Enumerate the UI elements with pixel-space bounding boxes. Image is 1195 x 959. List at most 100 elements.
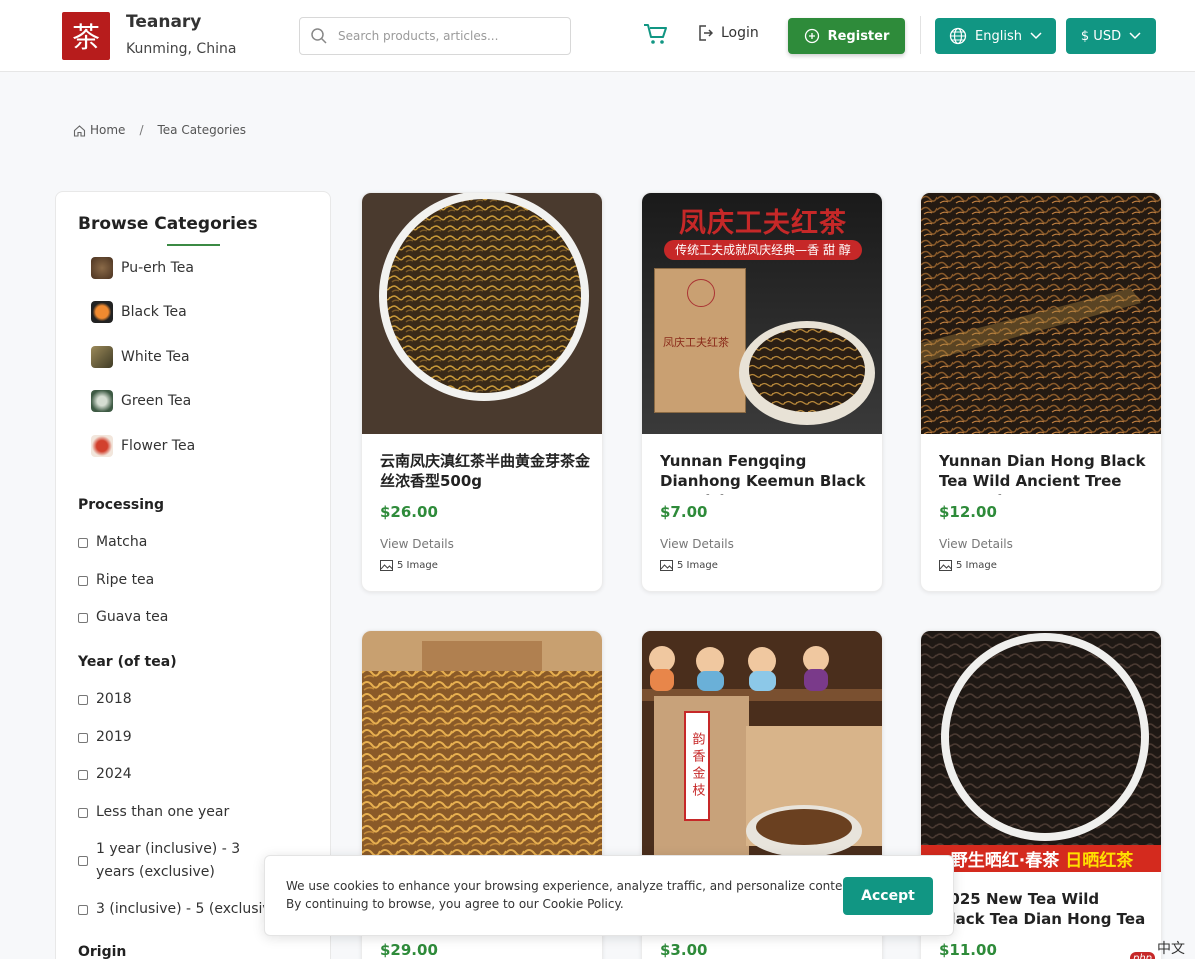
category-green-tea[interactable]: Green Tea [91, 390, 191, 412]
product-card[interactable]: 野生晒红·春茶 日晒红茶 2025 New Tea Wild Black Tea… [920, 630, 1162, 959]
banner-title: 凤庆工夫红茶 [679, 208, 847, 239]
category-label: Pu-erh Tea [121, 260, 194, 276]
language-label: English [975, 28, 1022, 44]
product-title[interactable]: 2025 New Tea Wild Black Tea Dian Hong Te… [939, 889, 1149, 933]
product-image[interactable]: 野生晒红·春茶 日晒红茶 [921, 631, 1161, 872]
black-tea-thumbnail [91, 301, 113, 323]
flower-tea-thumbnail [91, 435, 113, 457]
checkbox[interactable] [78, 733, 88, 743]
product-card[interactable]: 凤庆工夫红茶 传统工夫成就凤庆经典—香 甜 醇 凤庆工夫红茶 Yunnan Fe… [641, 192, 883, 592]
filter-3-5-years[interactable]: 3 (inclusive) - 5 (exclusive) [78, 898, 285, 921]
view-details-link[interactable]: View Details [380, 537, 454, 551]
category-label: Flower Tea [121, 438, 196, 454]
category-label: Green Tea [121, 393, 192, 409]
image-count-label: 5 Image [397, 560, 438, 571]
checkbox[interactable] [78, 905, 88, 915]
tea-box: 凤庆工夫红茶 [654, 268, 746, 413]
search-placeholder: Search products, articles... [338, 29, 499, 43]
image-count: 5 Image [939, 560, 997, 571]
image-count-label: 5 Image [956, 560, 997, 571]
filter-matcha[interactable]: Matcha [78, 531, 147, 554]
filter-1-3-years[interactable]: 1 year (inclusive) - 3 years (exclusive) [78, 838, 278, 884]
cart-icon [644, 24, 667, 44]
cookie-text-line1: We use cookies to enhance your browsing … [286, 879, 859, 893]
login-label: Login [721, 25, 759, 41]
checkbox[interactable] [78, 695, 88, 705]
filter-label: 2018 [96, 691, 132, 707]
cart-button[interactable] [642, 22, 668, 50]
site-header: 茶 Teanary Kunming, China Search products… [0, 0, 1195, 72]
filter-label: 1 year (inclusive) - 3 years (exclusive) [96, 841, 241, 880]
filter-less-than-one-year[interactable]: Less than one year [78, 801, 229, 824]
category-label: White Tea [121, 349, 190, 365]
filter-label: 2024 [96, 766, 132, 782]
filter-2019[interactable]: 2019 [78, 726, 132, 749]
product-title[interactable]: 云南凤庆滇红茶半曲黄金芽茶金丝浓香型500g [380, 451, 590, 495]
product-image[interactable]: 凤庆工夫红茶 传统工夫成就凤庆经典—香 甜 醇 凤庆工夫红茶 [642, 193, 882, 434]
search-input[interactable]: Search products, articles... [299, 17, 571, 55]
product-title[interactable]: Yunnan Dian Hong Black Tea Wild Ancient … [939, 451, 1149, 495]
view-details-link[interactable]: View Details [660, 537, 734, 551]
box-text: 凤庆工夫红茶 [663, 336, 729, 349]
filter-guava-tea[interactable]: Guava tea [78, 606, 168, 629]
product-image[interactable] [362, 631, 602, 872]
product-title[interactable]: Yunnan Fengqing Dianhong Keemun Black Te… [660, 451, 870, 495]
green-tea-thumbnail [91, 390, 113, 412]
product-card[interactable]: 云南凤庆滇红茶半曲黄金芽茶金丝浓香型500g $26.00 View Detai… [361, 192, 603, 592]
breadcrumb-current: Tea Categories [157, 123, 247, 137]
currency-label: $ USD [1080, 28, 1122, 44]
cookie-banner: We use cookies to enhance your browsing … [264, 855, 954, 936]
category-white-tea[interactable]: White Tea [91, 346, 190, 368]
login-icon [699, 25, 713, 41]
product-price: $3.00 [660, 941, 708, 959]
image-count: 5 Image [660, 560, 718, 571]
checkbox[interactable] [78, 538, 88, 548]
box-label: 韵香金枝 [684, 711, 710, 821]
banner-right: 日晒红茶 [1065, 851, 1134, 871]
image-icon [939, 560, 952, 571]
header-divider [920, 16, 921, 54]
product-image[interactable]: 韵香金枝 [642, 631, 882, 872]
category-pu-erh[interactable]: Pu-erh Tea [91, 257, 194, 279]
chevron-down-icon [1129, 32, 1141, 40]
filter-2024[interactable]: 2024 [78, 763, 132, 786]
watermark: php 中文网 [1130, 938, 1195, 959]
banner-subtitle: 传统工夫成就凤庆经典—香 甜 醇 [664, 240, 862, 260]
filter-ripe-tea[interactable]: Ripe tea [78, 569, 154, 592]
watermark-badge: php [1130, 951, 1156, 959]
checkbox[interactable] [78, 856, 88, 866]
login-link[interactable]: Login [697, 24, 759, 42]
chevron-down-icon [1030, 32, 1042, 40]
filter-label: Less than one year [96, 804, 230, 820]
banner-left: 野生晒红·春茶 [950, 851, 1060, 871]
brand-name[interactable]: Teanary [126, 12, 201, 32]
logo[interactable]: 茶 [62, 12, 110, 60]
dark-tea-image [921, 631, 1161, 872]
category-black-tea[interactable]: Black Tea [91, 301, 187, 323]
filter-2018[interactable]: 2018 [78, 688, 132, 711]
filter-label: Guava tea [96, 609, 169, 625]
checkbox[interactable] [78, 576, 88, 586]
box-seal-icon [687, 279, 715, 307]
category-label: Black Tea [121, 304, 187, 320]
language-selector[interactable]: English [935, 18, 1056, 54]
product-banner: 野生晒红·春茶 日晒红茶 [921, 845, 1161, 872]
product-image[interactable] [362, 193, 602, 434]
category-flower-tea[interactable]: Flower Tea [91, 435, 195, 457]
checkbox[interactable] [78, 808, 88, 818]
accept-cookies-button[interactable]: Accept [843, 877, 933, 915]
view-details-link[interactable]: View Details [939, 537, 1013, 551]
product-image[interactable] [921, 193, 1161, 434]
checkbox[interactable] [78, 770, 88, 780]
product-card[interactable]: Yunnan Dian Hong Black Tea Wild Ancient … [920, 192, 1162, 592]
breadcrumb-home[interactable]: Home [90, 123, 125, 137]
processing-title: Processing [78, 497, 165, 513]
search-icon [311, 28, 327, 44]
register-button[interactable]: Register [788, 18, 905, 54]
product-price: $7.00 [660, 503, 708, 521]
checkbox[interactable] [78, 613, 88, 623]
origin-title: Origin [78, 944, 127, 959]
product-price: $12.00 [939, 503, 997, 521]
globe-icon [949, 27, 967, 45]
currency-selector[interactable]: $ USD [1066, 18, 1156, 54]
